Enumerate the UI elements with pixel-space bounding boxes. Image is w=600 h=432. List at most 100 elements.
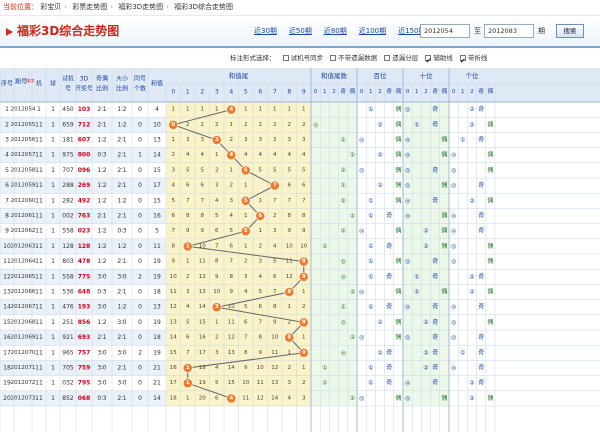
miss-value: 6	[302, 183, 306, 189]
miss-value: 2	[230, 137, 234, 143]
cell-bs: 2∶1	[117, 137, 126, 144]
cell-oe: 1∶2	[97, 137, 106, 144]
cell-oe: 3∶0	[97, 380, 106, 387]
period-link-80[interactable]: 近80期	[324, 27, 347, 35]
period-link-30[interactable]: 近30期	[254, 27, 277, 35]
miss-value: 2	[215, 335, 219, 341]
breadcrumb-link-trend[interactable]: 彩票走势图	[72, 3, 107, 11]
period-to-input[interactable]: 2012083	[484, 24, 534, 38]
header-same: 同号	[134, 76, 146, 83]
miss-value: 2	[172, 152, 176, 158]
tens-parity: 奇	[432, 364, 438, 372]
miss-value: 12	[257, 395, 264, 401]
tens-parity: 奇	[432, 105, 438, 113]
miss-value: 1	[244, 183, 248, 189]
sum-tail-ball-label: 8	[287, 335, 291, 341]
cell-period: 2012073	[11, 395, 36, 401]
units-mark: ②	[469, 106, 475, 113]
cell-prize: 795	[78, 380, 91, 387]
page-title: 福彩3D综合走势图	[17, 24, 120, 38]
miss-value: 8	[172, 243, 176, 249]
option-checkbox-guide-line[interactable]	[425, 53, 432, 69]
header-digit: 7	[273, 89, 277, 96]
miss-value: 10	[300, 243, 307, 249]
cell-same: 0	[138, 380, 142, 387]
header-prize-2: 开奖号	[75, 85, 93, 93]
miss-value: 9	[186, 228, 190, 234]
miss-value: 5	[273, 167, 277, 173]
hundreds-parity: 奇	[386, 272, 392, 280]
tens-parity: 偶	[441, 242, 447, 250]
tens-parity: 奇	[432, 196, 438, 204]
miss-value: 4	[273, 152, 277, 158]
option-checkbox-trial-sync[interactable]	[282, 55, 289, 61]
miss-value: 2	[215, 122, 219, 128]
breadcrumb-link-caibaobei[interactable]: 彩宝贝	[40, 3, 61, 11]
period-link-100[interactable]: 近100期	[359, 27, 386, 35]
option-checkbox-miss-layer[interactable]	[384, 55, 391, 61]
tail-mark: ◎	[341, 258, 346, 265]
cell-oe: 1∶2	[97, 228, 106, 235]
period-link-50[interactable]: 近50期	[289, 27, 312, 35]
cell-same: 0	[138, 106, 142, 113]
search-button[interactable]: 搜索	[556, 24, 584, 38]
miss-value: 1	[172, 137, 176, 143]
miss-value: 3	[215, 350, 219, 356]
tens-mark: ◎	[405, 334, 410, 341]
cell-trial: 181	[62, 137, 74, 144]
tens-mark: ②	[423, 319, 429, 326]
tens-parity: 奇	[432, 318, 438, 326]
cell-same: 2	[138, 273, 142, 280]
cell-same: 0	[138, 289, 142, 296]
option-label-trial-sync: 试机号同步	[290, 54, 324, 62]
option-checkbox-polyline[interactable]	[459, 53, 466, 69]
cell-m: 11	[35, 137, 43, 144]
miss-value: 6	[186, 335, 190, 341]
tens-parity: 奇	[432, 272, 438, 280]
cell-bs: 3∶0	[117, 319, 126, 326]
cell-bs: 2∶1	[117, 258, 126, 265]
miss-value: 1	[201, 107, 205, 113]
cell-b: 1	[51, 349, 55, 356]
cell-m: 11	[35, 182, 43, 189]
option-label-guide-line: 辅助线	[433, 54, 453, 62]
option-checkbox-no-miss[interactable]	[330, 55, 337, 61]
header-digit: 2	[200, 89, 204, 96]
miss-value: 4	[273, 243, 277, 249]
miss-value: 1	[302, 107, 306, 113]
tens-parity: 偶	[441, 136, 447, 144]
miss-value: 1	[244, 213, 248, 219]
breadcrumb-link-3d-trend[interactable]: 福彩3D走势图	[118, 3, 163, 11]
miss-value: 1	[244, 107, 248, 113]
header-sum: 和值	[151, 80, 163, 88]
cell-prize: 648	[78, 289, 91, 296]
cell-trial: 002	[62, 213, 74, 220]
cell-m: 11	[35, 243, 43, 250]
cell-m: 11	[35, 395, 43, 402]
miss-value: 7	[172, 228, 176, 234]
cell-sum: 19	[153, 319, 161, 326]
header-digit: 0	[171, 89, 175, 96]
miss-value: 1	[230, 122, 234, 128]
cell-period: 2012055	[11, 122, 36, 128]
range-period-label: 期	[538, 27, 545, 35]
period-from-input[interactable]: 2012054	[420, 24, 470, 38]
hundreds-parity: 奇	[386, 348, 392, 356]
tail-mark: ②	[350, 334, 356, 341]
cell-m: 11	[35, 152, 43, 159]
tens-parity: 偶	[441, 227, 447, 235]
hundreds-parity: 偶	[395, 318, 401, 326]
miss-value: 7	[288, 198, 292, 204]
cell-sum: 11	[153, 243, 161, 250]
tens-mark: ②	[423, 243, 429, 250]
miss-value: 2	[302, 122, 306, 128]
tens-mark: ①	[414, 289, 419, 296]
hundreds-mark: ①	[368, 243, 373, 250]
hundreds-parity: 偶	[395, 105, 401, 113]
cell-prize: 712	[78, 121, 91, 128]
cell-period: 2012065	[11, 274, 36, 280]
miss-value: 11	[228, 319, 235, 325]
hundreds-parity: 偶	[395, 136, 401, 144]
cell-oe: 3∶0	[97, 365, 106, 372]
units-parity: 偶	[487, 318, 493, 326]
